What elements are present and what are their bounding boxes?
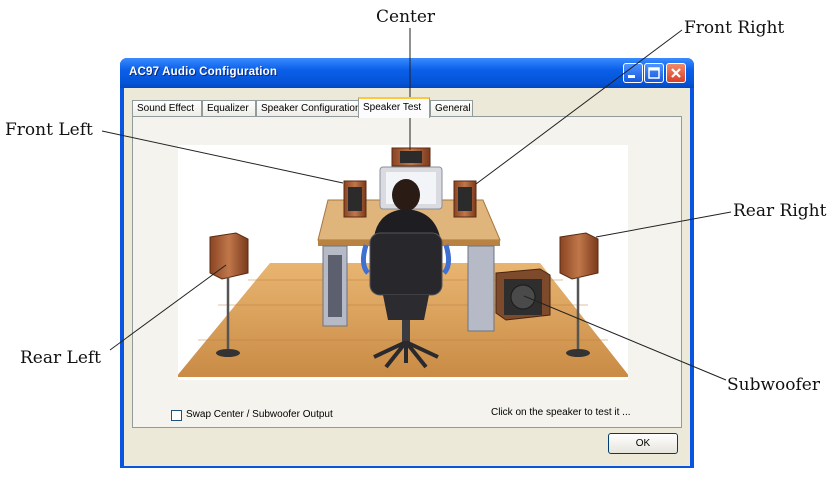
minimize-icon <box>628 75 635 78</box>
tab-sound-effect[interactable]: Sound Effect <box>132 100 202 117</box>
front-left-speaker[interactable] <box>343 180 367 218</box>
tab-speaker-test[interactable]: Speaker Test <box>358 97 430 118</box>
maximize-icon <box>648 67 660 79</box>
dialog-window: AC97 Audio Configuration Sound Effect Eq… <box>120 58 694 468</box>
swap-checkbox[interactable] <box>171 410 182 421</box>
callout-rear-right: Rear Right <box>733 201 827 221</box>
center-speaker[interactable] <box>391 147 431 167</box>
subwoofer-speaker[interactable] <box>495 268 551 321</box>
callout-subwoofer: Subwoofer <box>727 375 820 395</box>
room-illustration <box>178 147 628 377</box>
dialog-body: Sound Effect Equalizer Speaker Configura… <box>124 88 690 466</box>
tab-speaker-configuration[interactable]: Speaker Configuration <box>256 100 361 117</box>
tab-general[interactable]: General <box>430 100 473 117</box>
swap-checkbox-label[interactable]: Swap Center / Subwoofer Output <box>186 409 333 420</box>
minimize-button[interactable] <box>623 63 643 83</box>
test-hint: Click on the speaker to test it ... <box>491 407 631 418</box>
tab-equalizer[interactable]: Equalizer <box>202 100 256 117</box>
close-icon <box>671 68 681 78</box>
callout-front-left: Front Left <box>5 120 93 140</box>
callout-center: Center <box>376 7 436 27</box>
title-bar[interactable]: AC97 Audio Configuration <box>120 58 694 88</box>
ok-button[interactable]: OK <box>608 433 678 454</box>
callout-front-right: Front Right <box>684 18 785 38</box>
close-button[interactable] <box>666 63 686 83</box>
maximize-button[interactable] <box>644 63 664 83</box>
front-right-speaker[interactable] <box>453 180 477 218</box>
speaker-scene <box>178 145 628 380</box>
window-title: AC97 Audio Configuration <box>129 66 278 78</box>
callout-rear-left: Rear Left <box>20 348 101 368</box>
